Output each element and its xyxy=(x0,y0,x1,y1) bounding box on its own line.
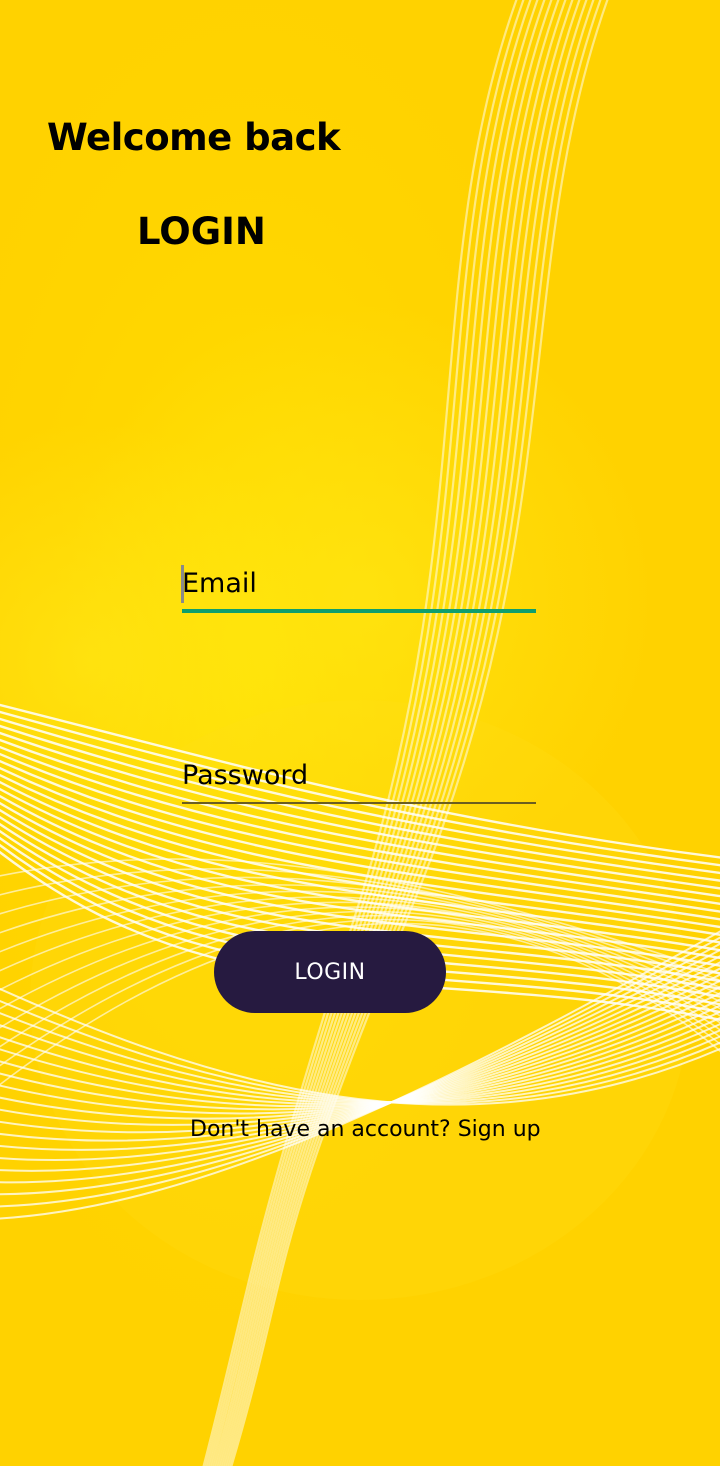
text-cursor xyxy=(181,565,184,603)
email-input[interactable] xyxy=(182,560,536,606)
login-button[interactable]: LOGIN xyxy=(214,931,446,1013)
password-field[interactable] xyxy=(182,752,536,804)
email-underline xyxy=(182,609,536,613)
welcome-heading: Welcome back xyxy=(47,116,341,159)
password-input[interactable] xyxy=(182,752,536,798)
email-field[interactable] xyxy=(181,560,536,613)
background-wave-art xyxy=(0,0,720,1466)
login-screen: Welcome back LOGIN LOGIN Don't have an a… xyxy=(0,0,720,1466)
page-title: LOGIN xyxy=(137,210,266,253)
password-underline xyxy=(182,802,536,804)
signup-link[interactable]: Don't have an account? Sign up xyxy=(190,1117,541,1142)
